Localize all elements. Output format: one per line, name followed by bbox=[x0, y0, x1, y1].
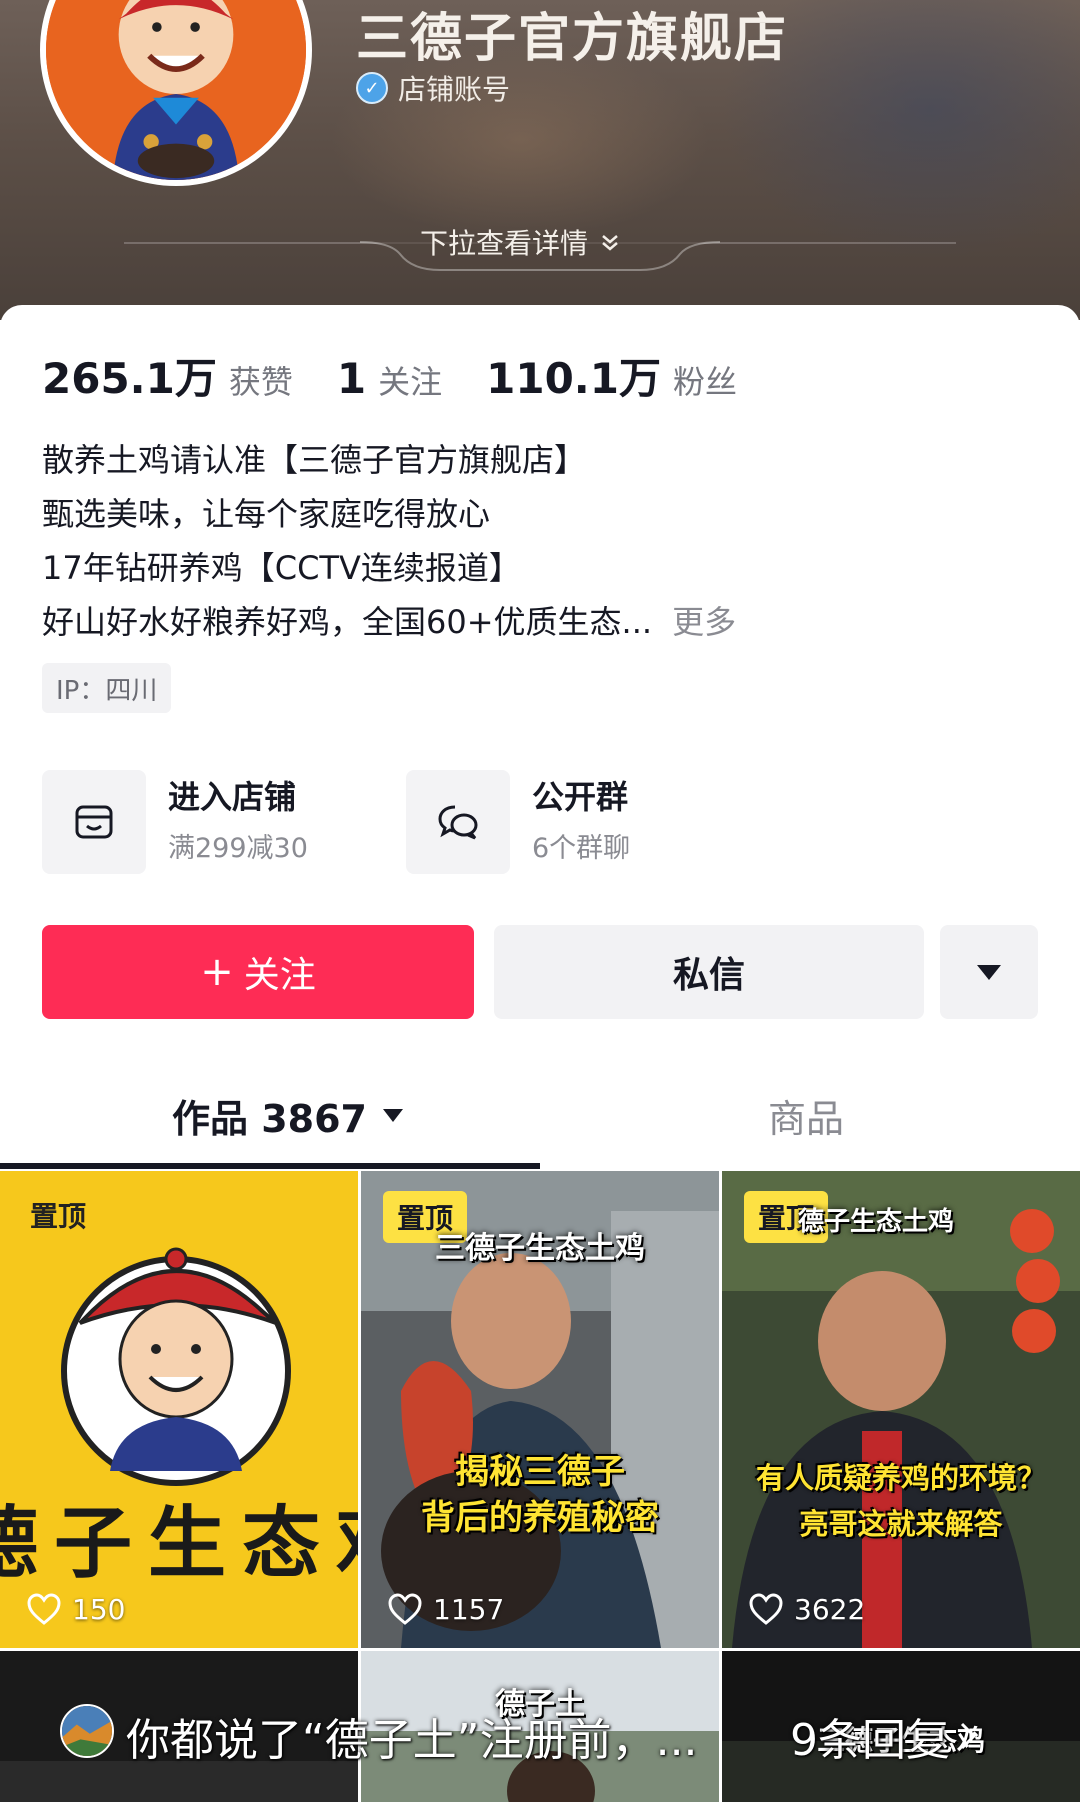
likes-count: 3622 bbox=[748, 1592, 865, 1626]
more-options-button[interactable] bbox=[940, 925, 1038, 1019]
double-chevron-down-icon bbox=[602, 235, 618, 251]
content-tabs: 作品 3867 商品 bbox=[0, 1065, 1080, 1171]
commenter-avatar bbox=[60, 1704, 114, 1758]
thumbnail-title: 德子生态土鸡 bbox=[798, 1207, 955, 1237]
entry-title: 进入店铺 bbox=[168, 778, 297, 816]
pull-down-details[interactable]: 下拉查看详情 bbox=[420, 222, 622, 262]
pinned-label: 置顶 bbox=[30, 1200, 87, 1233]
thumbnail-title: 三德子生态土鸡 bbox=[435, 1231, 645, 1266]
store-icon bbox=[75, 805, 113, 839]
comment-text: 你都说了“德子土”注册前，... bbox=[126, 1715, 698, 1766]
heart-icon bbox=[749, 1593, 783, 1625]
tab-works[interactable]: 作品 3867 bbox=[172, 1065, 403, 1165]
message-button[interactable]: 私信 bbox=[494, 925, 924, 1019]
pull-down-label: 下拉查看详情 bbox=[420, 227, 589, 260]
avatar[interactable] bbox=[40, 0, 312, 186]
caret-down-icon bbox=[383, 1108, 403, 1122]
chat-icon-box bbox=[406, 770, 510, 874]
public-group-entry[interactable]: 公开群 6个群聊 bbox=[406, 770, 630, 874]
stat-value: 1 bbox=[336, 354, 367, 403]
ip-location-tag: IP：四川 bbox=[42, 663, 172, 713]
active-tab-indicator bbox=[0, 1163, 540, 1169]
account-type-row: ✓ 店铺账号 bbox=[356, 68, 510, 108]
thumbnail-caption: 有人质疑养鸡的环境？ 亮哥这就来解答 bbox=[722, 1455, 1080, 1547]
chevron-right-icon bbox=[960, 1722, 977, 1750]
heart-icon bbox=[388, 1593, 422, 1625]
entry-subtitle: 6个群聊 bbox=[532, 833, 631, 864]
stats-row: 265.1万 获赞 1 关注 110.1万 粉丝 bbox=[42, 345, 781, 406]
stat-label: 关注 bbox=[378, 363, 443, 401]
follow-button[interactable]: + 关注 bbox=[42, 925, 474, 1019]
likes-value: 1157 bbox=[433, 1592, 505, 1626]
likes-value: 150 bbox=[72, 1592, 126, 1626]
shop-name: 三德子官方旗舰店 bbox=[356, 9, 789, 69]
bio-line-last: 好山好水好粮养好鸡，全国60+优质生态... 更多 bbox=[42, 595, 1042, 649]
caption-line: 揭秘三德子 bbox=[455, 1452, 625, 1492]
entry-text: 公开群 6个群聊 bbox=[532, 775, 630, 869]
video-thumbnail[interactable]: 置顶 三德子生态土鸡 揭秘三德子 背后的养殖秘密 1157 bbox=[361, 1171, 719, 1648]
entry-title: 公开群 bbox=[532, 778, 629, 816]
entry-subtitle: 满299减30 bbox=[168, 833, 308, 864]
caption-line: 亮哥这就来解答 bbox=[799, 1507, 1003, 1541]
stat-value: 110.1万 bbox=[486, 354, 661, 403]
bio: 散养土鸡请认准【三德子官方旗舰店】 甄选美味，让每个家庭吃得放心 17年钻研养鸡… bbox=[42, 433, 1042, 649]
account-type-label: 店铺账号 bbox=[398, 73, 511, 106]
replies-count: 9条回复 bbox=[790, 1715, 950, 1766]
stat-label: 粉丝 bbox=[672, 363, 737, 401]
tab-products[interactable]: 商品 bbox=[768, 1065, 844, 1165]
comment-preview-bar[interactable]: 你都说了“德子土”注册前，... 9条回复 bbox=[0, 1690, 1080, 1770]
profile-card: 265.1万 获赞 1 关注 110.1万 粉丝 散养土鸡请认准【三德子官方旗舰… bbox=[0, 305, 1080, 1165]
stat-followers[interactable]: 110.1万 粉丝 bbox=[486, 345, 737, 406]
tab-label: 商品 bbox=[768, 1096, 845, 1141]
tab-label: 作品 3867 bbox=[172, 1096, 367, 1141]
caret-down-icon bbox=[977, 964, 1001, 980]
bio-line: 好山好水好粮养好鸡，全国60+优质生态... bbox=[42, 603, 653, 641]
commenter-avatar-image bbox=[62, 1706, 112, 1756]
chat-bubbles-icon bbox=[438, 805, 478, 840]
follow-label: 关注 bbox=[243, 955, 316, 996]
message-label: 私信 bbox=[672, 955, 745, 996]
bio-line: 17年钻研养鸡【CCTV连续报道】 bbox=[42, 549, 521, 587]
video-thumbnail[interactable]: 置顶 德子生态土鸡 有人质疑养鸡的环境？ 亮哥这就来解答 3622 bbox=[722, 1171, 1080, 1648]
plus-icon: + bbox=[200, 949, 234, 995]
heart-icon bbox=[27, 1593, 61, 1625]
profile-header: 三德子官方旗舰店 ✓ 店铺账号 下拉查看详情 bbox=[0, 0, 1080, 320]
stat-label: 获赞 bbox=[228, 363, 293, 401]
caption-line: 背后的养殖秘密 bbox=[421, 1498, 659, 1538]
video-thumbnail[interactable]: 置顶 德子生态鸡 150 bbox=[0, 1171, 358, 1648]
view-replies-link[interactable]: 9条回复 bbox=[790, 1704, 978, 1768]
stat-likes[interactable]: 265.1万 获赞 bbox=[42, 345, 293, 406]
enter-shop-entry[interactable]: 进入店铺 满299减30 bbox=[42, 770, 308, 874]
likes-count: 1157 bbox=[387, 1592, 504, 1626]
bio-more-link[interactable]: 更多 bbox=[672, 603, 736, 641]
entry-text: 进入店铺 满299减30 bbox=[168, 775, 308, 869]
likes-value: 3622 bbox=[794, 1592, 866, 1626]
likes-count: 150 bbox=[26, 1592, 125, 1626]
stat-value: 265.1万 bbox=[42, 354, 217, 403]
thumbnail-slogan: 德子生态鸡 bbox=[0, 1498, 358, 1589]
stat-following[interactable]: 1 关注 bbox=[337, 354, 442, 403]
thumbnail-caption: 揭秘三德子 背后的养殖秘密 bbox=[361, 1449, 719, 1541]
bio-line: 甄选美味，让每个家庭吃得放心 bbox=[42, 495, 491, 533]
verified-icon: ✓ bbox=[356, 72, 388, 104]
store-icon-box bbox=[42, 770, 146, 874]
bio-line: 散养土鸡请认准【三德子官方旗舰店】 bbox=[42, 441, 587, 479]
caption-line: 有人质疑养鸡的环境？ bbox=[755, 1461, 1046, 1495]
avatar-cartoon-image bbox=[46, 0, 306, 180]
